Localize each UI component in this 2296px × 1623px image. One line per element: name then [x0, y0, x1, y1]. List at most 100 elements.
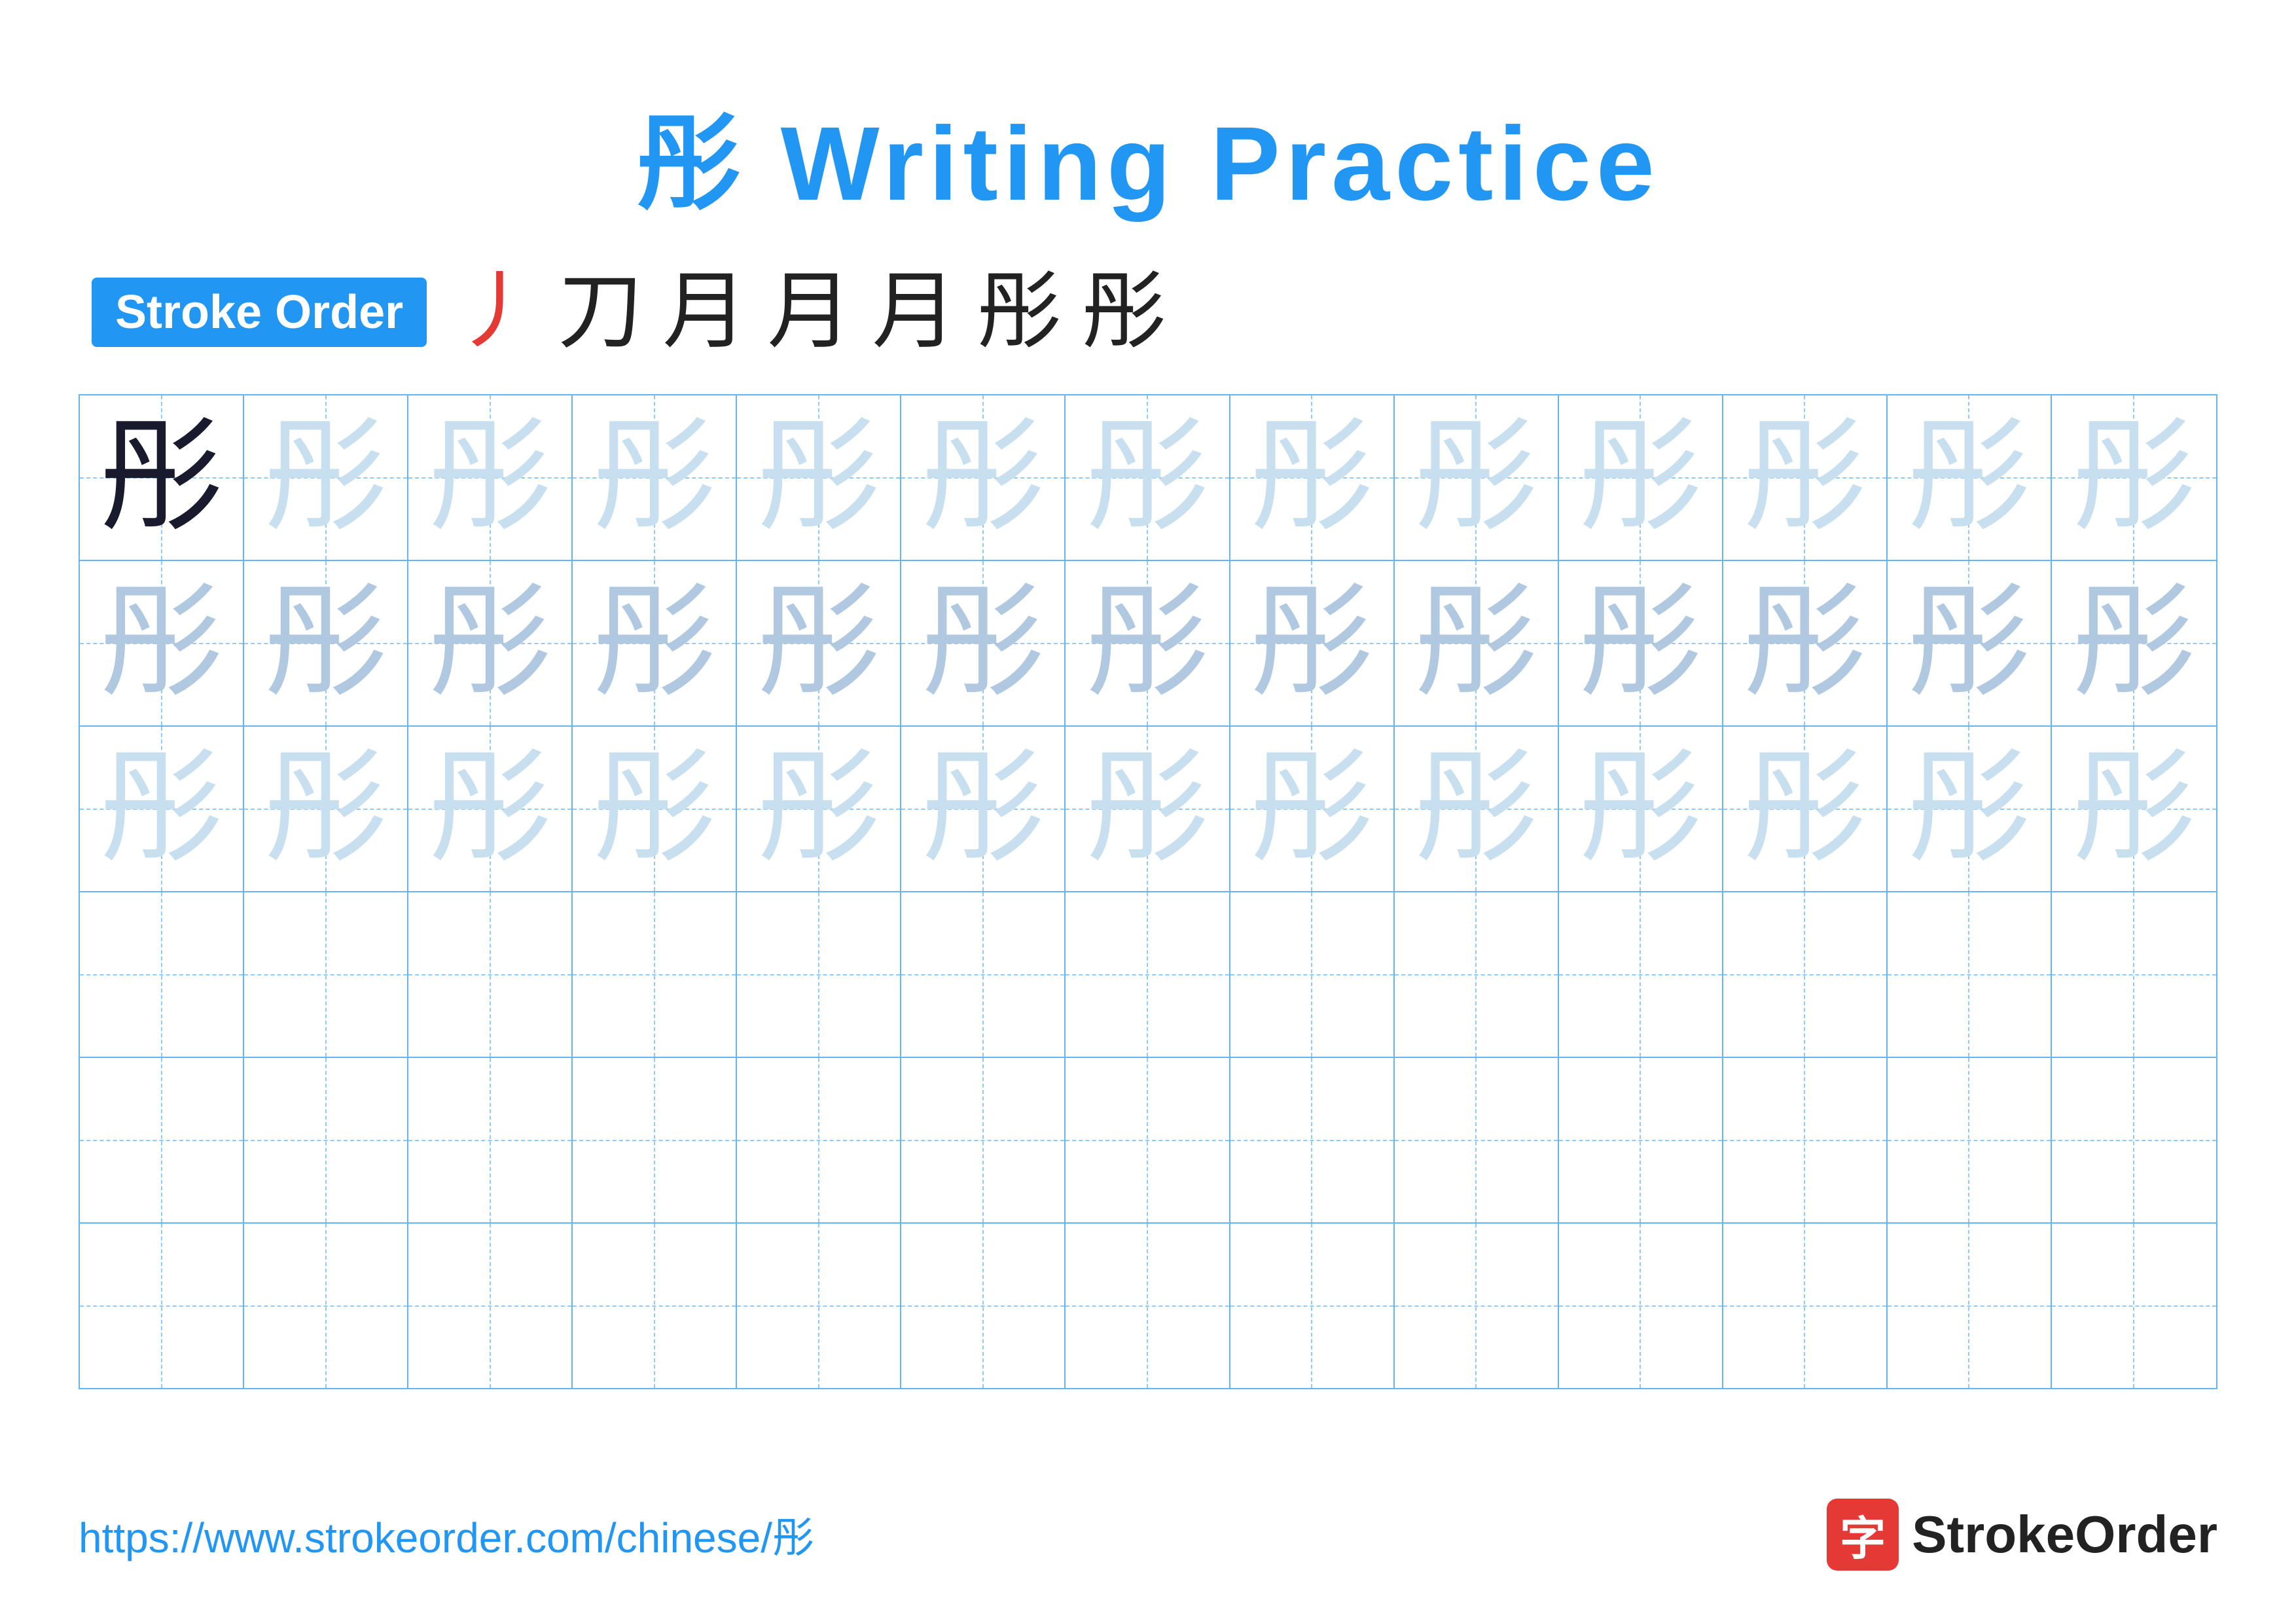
grid-cell-r6c13[interactable]	[2052, 1224, 2216, 1388]
grid-cell-r1c1[interactable]: 彤	[80, 395, 244, 560]
grid-cell-r3c6[interactable]: 彤	[901, 727, 1066, 891]
char-r2c5: 彤	[757, 581, 881, 706]
grid-cell-r2c2[interactable]: 彤	[244, 561, 408, 725]
stroke-7: 彤	[1081, 270, 1166, 355]
grid-cell-r1c3[interactable]: 彤	[408, 395, 573, 560]
char-r2c9: 彤	[1414, 581, 1538, 706]
grid-cell-r5c13[interactable]	[2052, 1058, 2216, 1222]
grid-cell-r6c12[interactable]	[1888, 1224, 2052, 1388]
char-r3c13: 彤	[2072, 747, 2196, 871]
grid-cell-r5c2[interactable]	[244, 1058, 408, 1222]
grid-cell-r3c11[interactable]: 彤	[1723, 727, 1888, 891]
grid-cell-r3c8[interactable]: 彤	[1230, 727, 1395, 891]
grid-cell-r2c11[interactable]: 彤	[1723, 561, 1888, 725]
char-r1c7: 彤	[1085, 416, 1210, 540]
grid-cell-r4c5[interactable]	[737, 892, 901, 1057]
grid-cell-r3c12[interactable]: 彤	[1888, 727, 2052, 891]
char-r1c13: 彤	[2072, 416, 2196, 540]
grid-cell-r3c13[interactable]: 彤	[2052, 727, 2216, 891]
grid-cell-r4c12[interactable]	[1888, 892, 2052, 1057]
grid-cell-r1c2[interactable]: 彤	[244, 395, 408, 560]
grid-cell-r4c9[interactable]	[1395, 892, 1559, 1057]
grid-cell-r1c10[interactable]: 彤	[1559, 395, 1723, 560]
grid-cell-r1c5[interactable]: 彤	[737, 395, 901, 560]
grid-cell-r5c1[interactable]	[80, 1058, 244, 1222]
grid-cell-r2c9[interactable]: 彤	[1395, 561, 1559, 725]
grid-cell-r2c3[interactable]: 彤	[408, 561, 573, 725]
char-r1c4: 彤	[592, 416, 717, 540]
grid-cell-r2c4[interactable]: 彤	[573, 561, 737, 725]
char-r3c2: 彤	[264, 747, 388, 871]
grid-cell-r3c2[interactable]: 彤	[244, 727, 408, 891]
grid-cell-r3c3[interactable]: 彤	[408, 727, 573, 891]
grid-cell-r2c8[interactable]: 彤	[1230, 561, 1395, 725]
grid-cell-r6c9[interactable]	[1395, 1224, 1559, 1388]
brand-icon: 字	[1827, 1499, 1899, 1571]
grid-cell-r1c7[interactable]: 彤	[1066, 395, 1230, 560]
grid-cell-r6c6[interactable]	[901, 1224, 1066, 1388]
char-r1c3: 彤	[428, 416, 552, 540]
grid-cell-r3c7[interactable]: 彤	[1066, 727, 1230, 891]
grid-cell-r6c7[interactable]	[1066, 1224, 1230, 1388]
grid-cell-r1c8[interactable]: 彤	[1230, 395, 1395, 560]
grid-cell-r4c8[interactable]	[1230, 892, 1395, 1057]
grid-cell-r5c7[interactable]	[1066, 1058, 1230, 1222]
grid-cell-r1c13[interactable]: 彤	[2052, 395, 2216, 560]
char-r3c11: 彤	[1742, 747, 1867, 871]
char-r2c12: 彤	[1907, 581, 2031, 706]
grid-cell-r4c10[interactable]	[1559, 892, 1723, 1057]
grid-cell-r1c6[interactable]: 彤	[901, 395, 1066, 560]
grid-cell-r2c13[interactable]: 彤	[2052, 561, 2216, 725]
char-r2c7: 彤	[1085, 581, 1210, 706]
grid-cell-r4c7[interactable]	[1066, 892, 1230, 1057]
grid-cell-r4c4[interactable]	[573, 892, 737, 1057]
grid-cell-r5c12[interactable]	[1888, 1058, 2052, 1222]
stroke-4: 月	[767, 270, 852, 355]
grid-row-3: 彤 彤 彤 彤 彤 彤 彤 彤 彤	[80, 727, 2216, 892]
grid-cell-r2c12[interactable]: 彤	[1888, 561, 2052, 725]
grid-cell-r1c12[interactable]: 彤	[1888, 395, 2052, 560]
grid-cell-r2c1[interactable]: 彤	[80, 561, 244, 725]
grid-cell-r2c7[interactable]: 彤	[1066, 561, 1230, 725]
grid-cell-r1c9[interactable]: 彤	[1395, 395, 1559, 560]
grid-cell-r5c10[interactable]	[1559, 1058, 1723, 1222]
grid-cell-r5c8[interactable]	[1230, 1058, 1395, 1222]
grid-cell-r5c4[interactable]	[573, 1058, 737, 1222]
grid-cell-r6c8[interactable]	[1230, 1224, 1395, 1388]
grid-cell-r4c2[interactable]	[244, 892, 408, 1057]
grid-cell-r3c5[interactable]: 彤	[737, 727, 901, 891]
grid-cell-r5c11[interactable]	[1723, 1058, 1888, 1222]
grid-cell-r6c5[interactable]	[737, 1224, 901, 1388]
grid-cell-r4c11[interactable]	[1723, 892, 1888, 1057]
grid-cell-r1c11[interactable]: 彤	[1723, 395, 1888, 560]
grid-cell-r3c4[interactable]: 彤	[573, 727, 737, 891]
grid-cell-r6c10[interactable]	[1559, 1224, 1723, 1388]
char-r3c8: 彤	[1249, 747, 1374, 871]
grid-cell-r6c3[interactable]	[408, 1224, 573, 1388]
grid-cell-r3c1[interactable]: 彤	[80, 727, 244, 891]
char-r2c13: 彤	[2072, 581, 2196, 706]
grid-cell-r2c6[interactable]: 彤	[901, 561, 1066, 725]
grid-cell-r6c4[interactable]	[573, 1224, 737, 1388]
grid-cell-r5c3[interactable]	[408, 1058, 573, 1222]
grid-cell-r1c4[interactable]: 彤	[573, 395, 737, 560]
title-area: 彤 Writing Practice	[79, 79, 2217, 230]
char-r2c4: 彤	[592, 581, 717, 706]
grid-cell-r4c1[interactable]	[80, 892, 244, 1057]
grid-cell-r4c6[interactable]	[901, 892, 1066, 1057]
grid-cell-r2c10[interactable]: 彤	[1559, 561, 1723, 725]
grid-cell-r4c3[interactable]	[408, 892, 573, 1057]
grid-cell-r2c5[interactable]: 彤	[737, 561, 901, 725]
char-r2c6: 彤	[921, 581, 1045, 706]
grid-cell-r5c5[interactable]	[737, 1058, 901, 1222]
grid-cell-r3c9[interactable]: 彤	[1395, 727, 1559, 891]
grid-cell-r6c1[interactable]	[80, 1224, 244, 1388]
grid-cell-r5c9[interactable]	[1395, 1058, 1559, 1222]
grid-cell-r4c13[interactable]	[2052, 892, 2216, 1057]
char-r3c9: 彤	[1414, 747, 1538, 871]
footer-url: https://www.strokeorder.com/chinese/彤	[79, 1504, 814, 1565]
grid-cell-r5c6[interactable]	[901, 1058, 1066, 1222]
grid-cell-r6c2[interactable]	[244, 1224, 408, 1388]
grid-cell-r3c10[interactable]: 彤	[1559, 727, 1723, 891]
grid-cell-r6c11[interactable]	[1723, 1224, 1888, 1388]
